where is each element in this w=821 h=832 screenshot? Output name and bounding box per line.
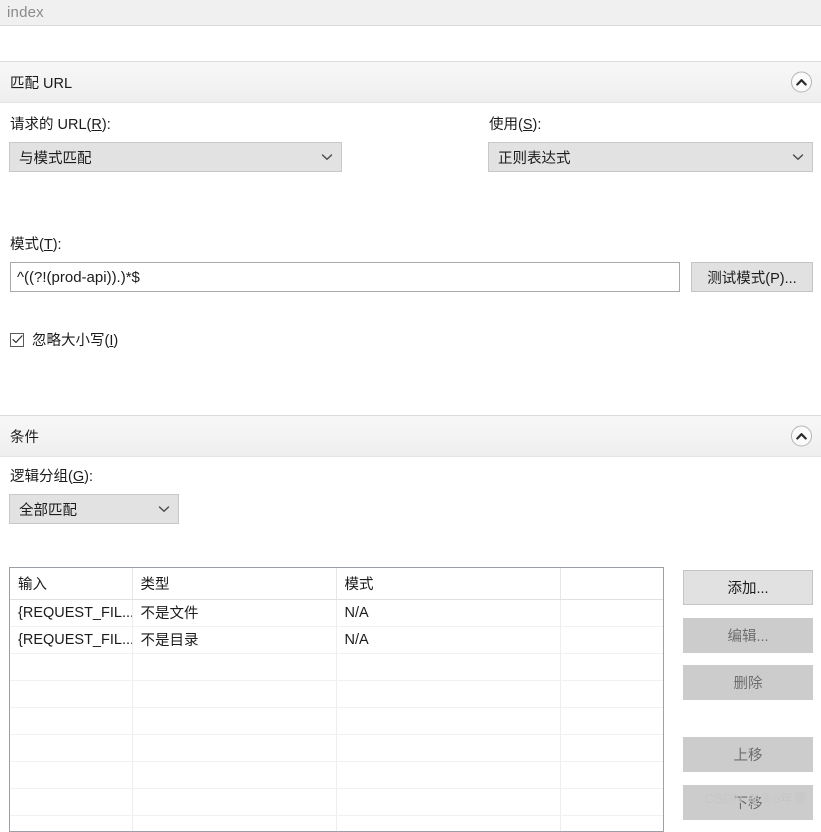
conditions-section-header[interactable]: 条件 <box>0 415 821 457</box>
using-select-value: 正则表达式 <box>498 150 571 167</box>
logical-grouping-select[interactable]: 全部匹配 <box>9 494 179 524</box>
conditions-table-body: {REQUEST_FIL... 不是文件 N/A {REQUEST_FIL...… <box>10 599 663 831</box>
table-row-empty[interactable] <box>10 680 663 708</box>
watermark-text: CSDN @⑧o年崋 <box>704 791 807 806</box>
using-select[interactable]: 正则表达式 <box>488 142 813 172</box>
ignore-case-checkbox[interactable] <box>10 332 24 347</box>
delete-condition-button[interactable]: 删除 <box>683 665 813 700</box>
chevron-down-icon <box>792 149 804 165</box>
content-top-spacer <box>0 26 821 61</box>
cell-extra <box>560 626 663 654</box>
table-row-empty[interactable] <box>10 815 663 831</box>
table-row-empty[interactable] <box>10 761 663 789</box>
requested-url-select[interactable]: 与模式匹配 <box>9 142 342 172</box>
test-pattern-button[interactable]: 测试模式(P)... <box>691 262 813 292</box>
column-header-type[interactable]: 类型 <box>132 568 337 600</box>
table-row[interactable]: {REQUEST_FIL... 不是文件 N/A <box>10 599 663 627</box>
conditions-collapse-button[interactable] <box>791 425 812 447</box>
cell-type: 不是目录 <box>132 626 337 654</box>
using-label: 使用(S): <box>489 117 542 133</box>
chevron-down-icon <box>158 501 170 517</box>
chevron-up-circle-icon <box>796 432 807 440</box>
pattern-input[interactable]: ^((?!(prod-api)).)*$ <box>10 262 680 292</box>
table-row-empty[interactable] <box>10 653 663 681</box>
move-up-button-label: 上移 <box>733 748 763 764</box>
table-row-empty[interactable] <box>10 788 663 816</box>
table-header-row: 输入 类型 模式 <box>10 568 663 600</box>
match-url-section-body: 请求的 URL(R): 与模式匹配 使用(S): 正则表达式 模式(T): ^(… <box>0 103 821 415</box>
requested-url-select-value: 与模式匹配 <box>19 150 92 167</box>
table-row-empty[interactable] <box>10 707 663 735</box>
column-header-extra[interactable] <box>560 568 663 600</box>
add-condition-button[interactable]: 添加... <box>683 570 813 605</box>
conditions-section-body: 逻辑分组(G): 全部匹配 输入 类型 模式 {REQUEST_FIL... 不… <box>0 457 821 832</box>
chevron-up-circle-icon <box>796 78 807 86</box>
cell-pattern: N/A <box>336 599 561 627</box>
conditions-section-title: 条件 <box>10 429 39 446</box>
conditions-table[interactable]: 输入 类型 模式 {REQUEST_FIL... 不是文件 N/A {REQUE… <box>9 567 664 832</box>
requested-url-label: 请求的 URL(R): <box>10 117 111 133</box>
match-url-section-title: 匹配 URL <box>10 75 73 92</box>
checkmark-icon <box>11 335 23 344</box>
cell-input: {REQUEST_FIL... <box>10 626 133 654</box>
table-row-empty[interactable] <box>10 734 663 762</box>
logical-grouping-select-value: 全部匹配 <box>19 502 77 519</box>
page-title: index <box>7 4 44 21</box>
ignore-case-label[interactable]: 忽略大小写(I) <box>32 329 118 350</box>
test-pattern-button-label: 测试模式(P)... <box>707 270 797 287</box>
cell-input: {REQUEST_FIL... <box>10 599 133 627</box>
logical-grouping-label: 逻辑分组(G): <box>10 469 93 485</box>
pattern-input-value: ^((?!(prod-api)).)*$ <box>17 268 140 286</box>
edit-condition-button-label: 编辑... <box>727 629 769 645</box>
edit-condition-button[interactable]: 编辑... <box>683 618 813 653</box>
add-condition-button-label: 添加... <box>727 581 769 597</box>
cell-type: 不是文件 <box>132 599 337 627</box>
conditions-table-element: 输入 类型 模式 {REQUEST_FIL... 不是文件 N/A {REQUE… <box>10 568 663 831</box>
column-header-input[interactable]: 输入 <box>10 568 133 600</box>
cell-pattern: N/A <box>336 626 561 654</box>
move-up-button[interactable]: 上移 <box>683 737 813 772</box>
cell-extra <box>560 599 663 627</box>
window-titlebar: index <box>0 0 821 26</box>
match-url-collapse-button[interactable] <box>791 71 812 93</box>
pattern-label: 模式(T): <box>10 237 62 253</box>
table-row[interactable]: {REQUEST_FIL... 不是目录 N/A <box>10 626 663 654</box>
match-url-section-header[interactable]: 匹配 URL <box>0 61 821 103</box>
ignore-case-row[interactable]: 忽略大小写(I) <box>10 329 118 350</box>
delete-condition-button-label: 删除 <box>733 676 763 692</box>
chevron-down-icon <box>321 149 333 165</box>
column-header-pattern[interactable]: 模式 <box>336 568 561 600</box>
